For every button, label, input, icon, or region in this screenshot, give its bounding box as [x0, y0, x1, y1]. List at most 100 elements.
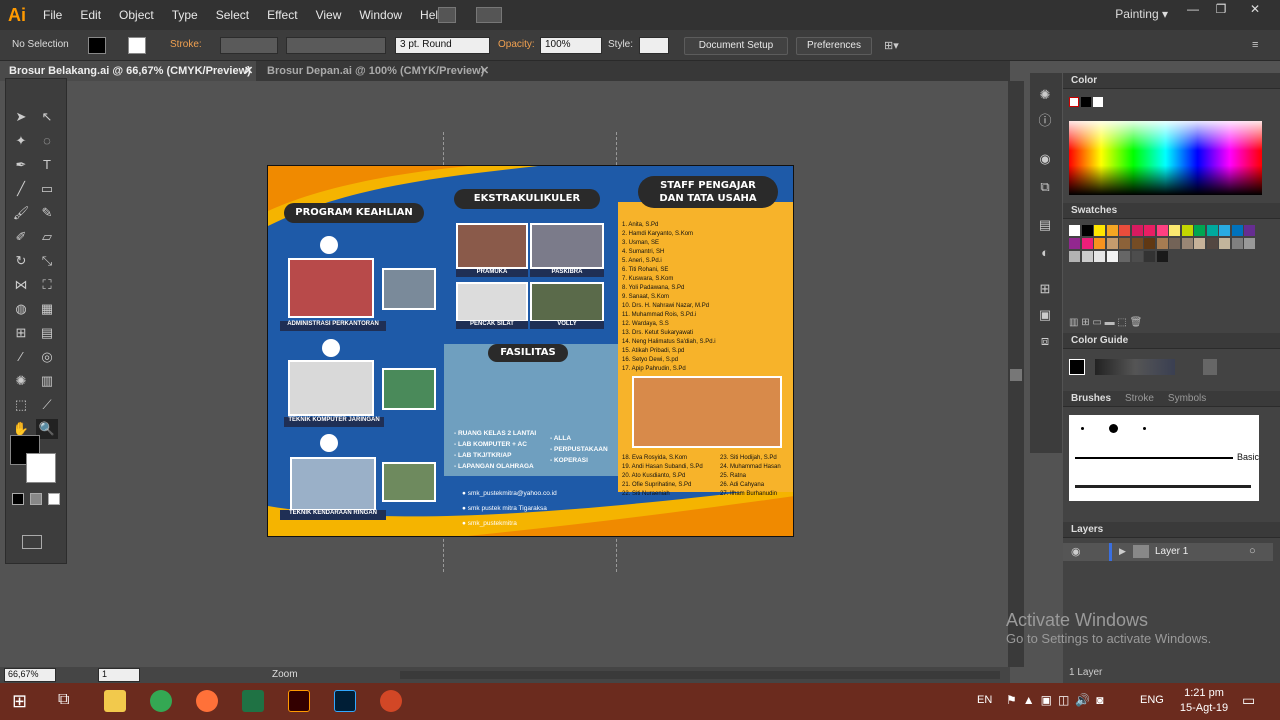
visibility-icon[interactable]: ◉ [1071, 545, 1081, 558]
color-panel-header[interactable]: Color [1063, 73, 1280, 89]
swatch[interactable] [1194, 238, 1205, 249]
slice-tool-icon[interactable]: ⟋ [36, 395, 58, 415]
color-mode-icon[interactable] [12, 493, 24, 505]
brochure-artboard[interactable]: PROGRAM KEAHLIAN EKSTRAKULIKULER FASILIT… [267, 165, 794, 537]
swatch[interactable] [1094, 225, 1105, 236]
vertical-scrollbar[interactable] [1008, 81, 1024, 667]
free-transform-icon[interactable]: ⛶ [36, 275, 58, 295]
swatch[interactable] [1144, 251, 1155, 262]
preferences-button[interactable]: Preferences [796, 37, 872, 55]
swatch[interactable] [1081, 238, 1093, 249]
direct-selection-tool-icon[interactable]: ↖ [36, 107, 58, 127]
swatch[interactable] [1181, 238, 1193, 249]
color-guide-panel-header[interactable]: Color Guide [1063, 333, 1280, 349]
layer-name[interactable]: Layer 1 [1155, 546, 1188, 557]
expand-layer-icon[interactable]: ▶ [1119, 546, 1126, 557]
swatch[interactable] [1156, 225, 1168, 236]
tray-icons[interactable]: ⚑▲▣◫🔊◙ [1006, 693, 1110, 707]
menu-view[interactable]: View [307, 0, 351, 30]
swatch[interactable] [1219, 225, 1230, 236]
perspective-grid-icon[interactable]: ▦ [36, 299, 58, 319]
selection-tool-icon[interactable]: ➤ [10, 107, 32, 127]
excel-icon[interactable] [242, 690, 264, 712]
mesh-tool-icon[interactable]: ⊞ [10, 323, 32, 343]
graph-tool-icon[interactable]: ▥ [36, 371, 58, 391]
width-tool-icon[interactable]: ⋈ [10, 275, 32, 295]
swatch[interactable] [1094, 251, 1105, 262]
variable-width-field[interactable] [286, 37, 386, 54]
zoom-level[interactable]: 66,67% [4, 668, 56, 682]
swatches-panel-header[interactable]: Swatches [1063, 203, 1280, 219]
arrange-docs-icon[interactable] [476, 7, 502, 23]
line-tool-icon[interactable]: ╱ [10, 179, 32, 199]
swatch[interactable] [1106, 238, 1118, 249]
brush-stroke-rough[interactable] [1075, 485, 1251, 488]
menu-select[interactable]: Select [207, 0, 258, 30]
pencil-icon[interactable]: ✎ [36, 203, 58, 223]
swatch[interactable] [1231, 238, 1243, 249]
align-icon[interactable]: ⊞ [1034, 279, 1056, 299]
swatch-grid[interactable] [1069, 225, 1259, 309]
tab-brosur-depan[interactable]: Brosur Depan.ai @ 100% (CMYK/Preview) ✕ [258, 61, 494, 81]
base-color-swatch[interactable] [1069, 359, 1085, 375]
ime-indicator[interactable]: ENG [1140, 694, 1164, 706]
workspace-switcher[interactable]: Painting ▾ [1115, 0, 1168, 28]
powerpoint-icon[interactable] [380, 690, 402, 712]
paintbrush-icon[interactable]: 🖌 [10, 203, 32, 223]
eraser-icon[interactable]: ▱ [36, 227, 58, 247]
blend-tool-icon[interactable]: ◎ [36, 347, 58, 367]
brush-dot-small[interactable] [1143, 427, 1146, 430]
swatch[interactable] [1106, 225, 1118, 236]
photoshop-icon[interactable] [334, 690, 356, 712]
artboard-tool-icon[interactable]: ⬚ [10, 395, 32, 415]
swatch[interactable] [1081, 251, 1093, 262]
magic-wand-icon[interactable]: ✦ [10, 131, 32, 151]
layer-row[interactable]: ◉ ▶ Layer 1 ○ [1063, 543, 1273, 561]
none-swatch[interactable] [1069, 97, 1079, 107]
swatch[interactable] [1144, 238, 1155, 249]
blob-brush-icon[interactable]: ✐ [10, 227, 32, 247]
opacity-label[interactable]: Opacity: [498, 39, 535, 50]
harmony-dropdown[interactable] [1203, 359, 1217, 375]
swatch[interactable] [1194, 225, 1205, 236]
brush-dot-large[interactable] [1109, 424, 1118, 433]
pen-tool-icon[interactable]: ✒ [10, 155, 32, 175]
swatch[interactable] [1081, 225, 1093, 236]
color-spectrum[interactable] [1069, 121, 1262, 195]
screen-mode-icon[interactable] [22, 535, 42, 549]
black-swatch[interactable] [1081, 97, 1091, 107]
swatch[interactable] [1131, 238, 1143, 249]
swatch[interactable] [1231, 225, 1243, 236]
swatch[interactable] [1156, 238, 1168, 249]
menu-window[interactable]: Window [350, 0, 411, 30]
tab-stroke[interactable]: Stroke [1125, 391, 1154, 406]
horizontal-scrollbar[interactable] [400, 671, 1000, 679]
brush-list[interactable]: Basic [1069, 415, 1259, 501]
stroke-swatch[interactable] [128, 37, 146, 54]
brush-definition[interactable]: 3 pt. Round [395, 37, 490, 54]
panel-menu-icon[interactable]: ≡ [1252, 39, 1258, 51]
stroke-weight-field[interactable] [220, 37, 278, 54]
swatch[interactable] [1181, 225, 1193, 236]
arrange-icon[interactable]: ⊞▾ [884, 39, 899, 52]
eyedropper-icon[interactable]: ⁄ [10, 347, 32, 367]
swatch[interactable] [1244, 225, 1255, 236]
swatch[interactable] [1219, 238, 1230, 249]
gradient-mode-icon[interactable] [30, 493, 42, 505]
swatch[interactable] [1169, 225, 1180, 236]
artboards-icon[interactable]: ⧈ [1034, 331, 1056, 351]
swatch[interactable] [1106, 251, 1118, 262]
rectangle-tool-icon[interactable]: ▭ [36, 179, 58, 199]
swatch[interactable] [1119, 238, 1130, 249]
menu-effect[interactable]: Effect [258, 0, 306, 30]
swatch[interactable] [1069, 238, 1080, 249]
swatch[interactable] [1206, 238, 1218, 249]
opacity-field[interactable]: 100% [540, 37, 602, 54]
swatch[interactable] [1069, 251, 1080, 262]
none-mode-icon[interactable] [48, 493, 60, 505]
brush-stroke-basic[interactable] [1075, 457, 1233, 459]
close-tab-icon[interactable]: ✕ [244, 61, 253, 81]
gradient-tool-icon[interactable]: ▤ [36, 323, 58, 343]
minimize-icon[interactable]: — [1180, 2, 1206, 18]
firefox-icon[interactable] [196, 690, 218, 712]
